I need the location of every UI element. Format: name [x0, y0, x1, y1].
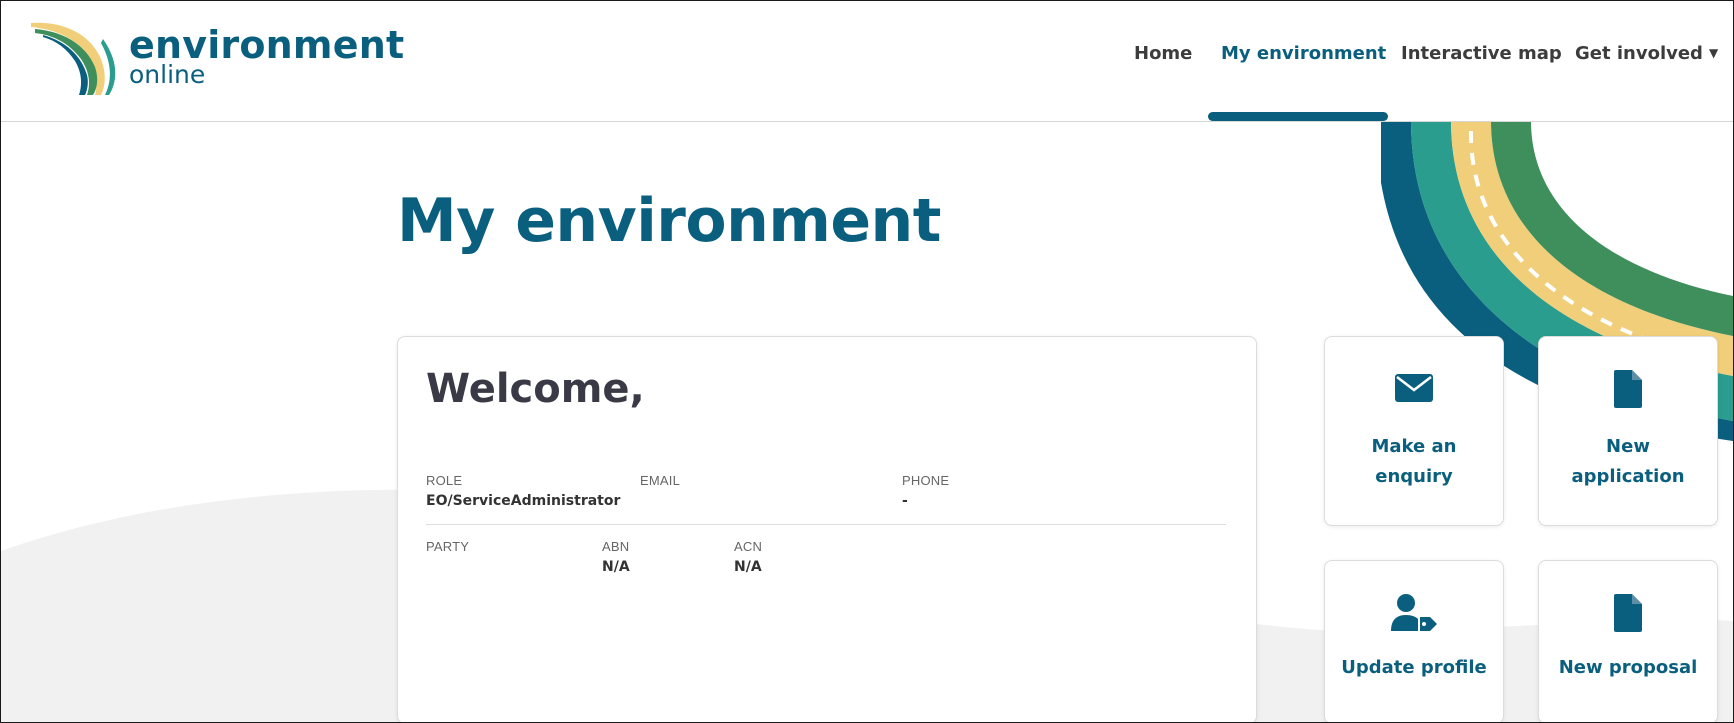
make-enquiry-tile[interactable]: Make an enquiry — [1324, 336, 1504, 526]
document-icon — [1539, 369, 1717, 414]
envelope-icon — [1325, 373, 1503, 408]
make-enquiry-label: Make an enquiry — [1371, 436, 1457, 487]
app-window: environment online Home My environment I… — [0, 0, 1734, 723]
nav-get-involved[interactable]: Get involved ▼ — [1575, 43, 1718, 71]
nav-home[interactable]: Home — [1134, 43, 1192, 71]
email-label: EMAIL — [640, 473, 681, 488]
new-application-tile[interactable]: New application — [1538, 336, 1718, 526]
update-profile-label: Update profile — [1341, 657, 1487, 678]
acn-label: ACN — [734, 539, 763, 554]
nav-get-involved-label: Get involved — [1575, 43, 1703, 64]
nav-my-environment[interactable]: My environment — [1221, 43, 1386, 71]
party-label: PARTY — [426, 539, 470, 554]
welcome-card: Welcome, ROLE EO/ServiceAdministrator EM… — [397, 336, 1257, 722]
active-nav-indicator — [1208, 112, 1388, 121]
update-profile-tile[interactable]: Update profile — [1324, 560, 1504, 722]
site-header: environment online Home My environment I… — [1, 1, 1733, 122]
new-application-label: New application — [1571, 436, 1685, 487]
phone-label: PHONE — [902, 473, 950, 488]
card-divider — [426, 524, 1226, 525]
role-label: ROLE — [426, 473, 463, 488]
nav-interactive-map[interactable]: Interactive map — [1401, 43, 1562, 71]
caret-down-icon: ▼ — [1708, 46, 1719, 60]
phone-value: - — [902, 493, 908, 509]
abn-label: ABN — [602, 539, 630, 554]
page-title: My environment — [397, 186, 941, 256]
new-proposal-tile[interactable]: New proposal — [1538, 560, 1718, 722]
document-icon — [1539, 593, 1717, 638]
welcome-heading: Welcome, — [426, 366, 645, 412]
acn-value: N/A — [734, 559, 762, 575]
brand-subname[interactable]: online — [129, 61, 205, 89]
role-value: EO/ServiceAdministrator — [426, 493, 621, 509]
environment-online-logo-icon[interactable] — [29, 19, 119, 95]
abn-value: N/A — [602, 559, 630, 575]
user-tag-icon — [1325, 593, 1503, 638]
new-proposal-label: New proposal — [1558, 657, 1698, 678]
